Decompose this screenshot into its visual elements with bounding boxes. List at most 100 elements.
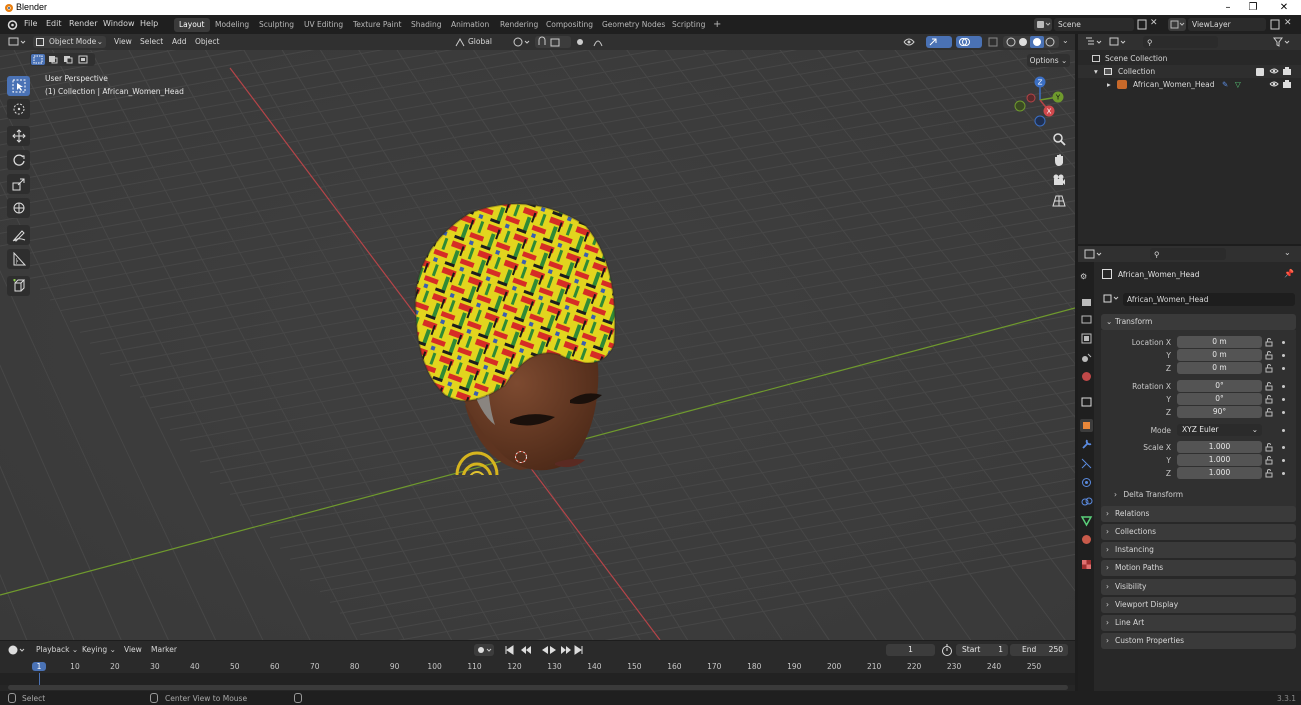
new-view-layer-icon[interactable]: [1269, 18, 1281, 31]
rotation-z-field[interactable]: 90°: [1177, 406, 1262, 418]
menu-view[interactable]: View: [114, 36, 132, 48]
measure-tool[interactable]: [7, 249, 30, 269]
menu-render[interactable]: Render: [69, 19, 97, 28]
rotation-x-field[interactable]: 0°: [1177, 380, 1262, 392]
scale-tool[interactable]: [7, 174, 30, 194]
move-tool[interactable]: [7, 126, 30, 146]
outliner-row-scene-collection[interactable]: Scene Collection: [1078, 52, 1301, 65]
chevron-down-icon[interactable]: ⌄: [1284, 248, 1294, 260]
tab-uv-editing[interactable]: UV Editing: [299, 18, 348, 32]
gizmo-toggle-icon[interactable]: [926, 36, 952, 48]
tab-geometry-nodes[interactable]: Geometry Nodes: [597, 18, 670, 32]
scale-z-field[interactable]: 1.000: [1177, 467, 1262, 479]
scale-x-field[interactable]: 1.000: [1177, 441, 1262, 453]
keyframe-dot[interactable]: [1282, 354, 1285, 357]
keyframe-dot[interactable]: [1282, 411, 1285, 414]
view-layer-name-field[interactable]: ViewLayer: [1188, 18, 1266, 31]
rotation-y-field[interactable]: 0°: [1177, 393, 1262, 405]
restore-icon[interactable]: ❐: [1243, 1, 1263, 14]
tab-scripting[interactable]: Scripting: [667, 18, 710, 32]
timeline-editor-type-icon[interactable]: [7, 644, 27, 656]
view-layer-selector-icon[interactable]: [1168, 18, 1186, 31]
menu-add[interactable]: Add: [172, 36, 187, 48]
transform-orientation-dropdown[interactable]: Global: [454, 36, 506, 48]
timeline-keyframe-area[interactable]: [0, 673, 1075, 685]
transform-tool[interactable]: [7, 198, 30, 218]
object-mode-dropdown[interactable]: Object Mode ⌄: [33, 36, 106, 48]
keyframe-dot[interactable]: [1282, 398, 1285, 401]
timeline-menu-marker[interactable]: Marker: [151, 644, 177, 656]
modifier-wrench-icon[interactable]: ✎: [1222, 78, 1228, 91]
panel-collections[interactable]: › Collections: [1101, 524, 1296, 540]
panel-relations[interactable]: › Relations: [1101, 506, 1296, 522]
object-tab-icon[interactable]: [1080, 419, 1093, 432]
menu-file[interactable]: File: [24, 19, 37, 28]
timeline-ruler[interactable]: 1 10 20 30 40 50 60 70 80 90 100 110 120 130 140 150 160…: [0, 659, 1075, 673]
camera-render-icon[interactable]: [1282, 78, 1292, 94]
panel-line-art[interactable]: › Line Art: [1101, 615, 1296, 631]
lock-icon[interactable]: [1265, 351, 1274, 362]
panel-motion-paths[interactable]: › Motion Paths: [1101, 560, 1296, 576]
cursor-tool[interactable]: [7, 99, 30, 119]
menu-object[interactable]: Object: [195, 36, 219, 48]
tab-compositing[interactable]: Compositing: [541, 18, 598, 32]
lock-icon[interactable]: [1265, 395, 1274, 406]
tab-layout[interactable]: Layout: [174, 18, 210, 32]
tab-animation[interactable]: Animation: [446, 18, 494, 32]
outliner-row-collection[interactable]: ▾ Collection: [1078, 65, 1301, 78]
select-extend-icon[interactable]: [46, 54, 60, 65]
keyframe-dot[interactable]: [1282, 385, 1285, 388]
menu-select[interactable]: Select: [140, 36, 163, 48]
lock-icon[interactable]: [1265, 456, 1274, 467]
start-frame-field[interactable]: Start 1: [956, 644, 1008, 656]
perspective-toggle-icon[interactable]: [1050, 192, 1068, 210]
constraints-tab-icon[interactable]: [1080, 495, 1093, 508]
properties-search-input[interactable]: ⚲: [1150, 248, 1226, 260]
keyframe-dot[interactable]: [1282, 472, 1285, 475]
pan-hand-icon[interactable]: [1050, 151, 1068, 169]
proportional-editing-icon[interactable]: [574, 36, 608, 48]
scale-y-field[interactable]: 1.000: [1177, 454, 1262, 466]
lock-icon[interactable]: [1265, 382, 1274, 393]
properties-editor-type-icon[interactable]: [1084, 248, 1104, 260]
editor-type-icon[interactable]: [8, 36, 28, 48]
rotation-mode-dropdown[interactable]: XYZ Euler ⌄: [1177, 424, 1262, 436]
location-y-field[interactable]: 0 m: [1177, 349, 1262, 361]
tab-sculpting[interactable]: Sculpting: [254, 18, 299, 32]
eye-icon[interactable]: [1269, 78, 1279, 94]
lock-icon[interactable]: [1265, 408, 1274, 419]
texture-tab-icon[interactable]: [1080, 558, 1093, 571]
lock-icon[interactable]: [1265, 338, 1274, 349]
playhead-frame-indicator[interactable]: 1: [32, 662, 46, 671]
camera-view-icon[interactable]: [1050, 171, 1068, 189]
keyframe-dot[interactable]: [1282, 341, 1285, 344]
timeline-body[interactable]: 1 10 20 30 40 50 60 70 80 90 100 110 120 130 140 150 160…: [0, 659, 1075, 691]
outliner-editor-type-icon[interactable]: [1084, 36, 1104, 48]
world-tab-icon[interactable]: [1080, 370, 1093, 383]
panel-viewport-display[interactable]: › Viewport Display: [1101, 597, 1296, 613]
transform-panel-header[interactable]: ⌄ Transform: [1101, 314, 1296, 330]
tab-rendering[interactable]: Rendering: [495, 18, 543, 32]
physics-tab-icon[interactable]: [1080, 476, 1093, 489]
menu-edit[interactable]: Edit: [46, 19, 62, 28]
add-workspace-button[interactable]: +: [708, 18, 726, 32]
timeline-scrollbar[interactable]: [8, 685, 1068, 690]
add-cube-tool[interactable]: [7, 276, 30, 296]
tool-tab-icon[interactable]: ⚙: [1080, 272, 1093, 285]
scene-name-field[interactable]: Scene: [1054, 18, 1134, 31]
tab-modeling[interactable]: Modeling: [210, 18, 254, 32]
collection-tab-icon[interactable]: [1080, 395, 1093, 408]
rotate-tool[interactable]: [7, 150, 30, 170]
keyframe-dot[interactable]: [1282, 446, 1285, 449]
tab-texture-paint[interactable]: Texture Paint: [348, 18, 406, 32]
expand-chevron-icon[interactable]: ▸: [1107, 78, 1111, 91]
keyframe-dot[interactable]: [1282, 459, 1285, 462]
blender-menu-icon[interactable]: [6, 19, 18, 30]
output-tab-icon[interactable]: [1080, 313, 1093, 326]
outliner-search-input[interactable]: ⚲: [1143, 36, 1218, 48]
modifiers-tab-icon[interactable]: [1080, 438, 1093, 451]
panel-custom-properties[interactable]: › Custom Properties: [1101, 633, 1296, 649]
new-scene-icon[interactable]: [1136, 18, 1148, 31]
overlays-toggle-icon[interactable]: [956, 36, 982, 48]
delta-transform-subpanel[interactable]: › Delta Transform: [1114, 490, 1183, 499]
